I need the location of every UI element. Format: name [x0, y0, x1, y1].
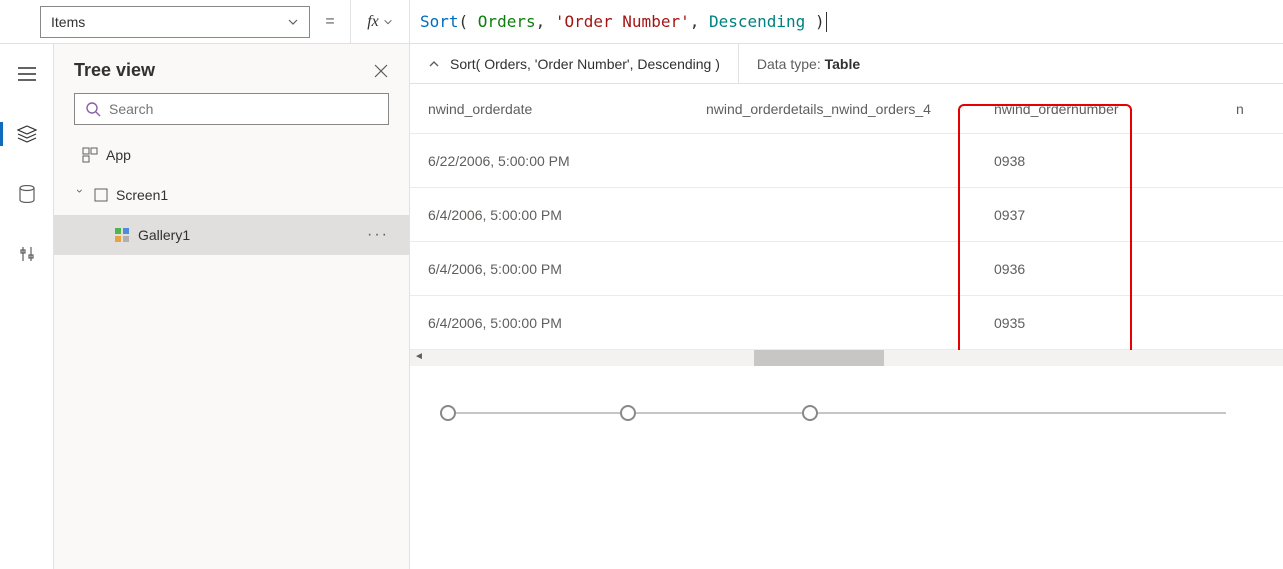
- result-table: nwind_orderdate nwind_orderdetails_nwind…: [410, 84, 1283, 350]
- formula-token-id: Orders: [478, 12, 536, 31]
- table-row[interactable]: 6/4/2006, 5:00:00 PM 0935: [410, 296, 1283, 350]
- table-row[interactable]: 6/4/2006, 5:00:00 PM 0936: [410, 242, 1283, 296]
- left-rail: [0, 44, 54, 569]
- tree-item-gallery[interactable]: Gallery1 ···: [54, 215, 409, 255]
- tree-item-screen[interactable]: › Screen1: [54, 175, 409, 215]
- datatype-value: Table: [825, 56, 861, 72]
- equals-label: =: [310, 13, 350, 31]
- selection-handle[interactable]: [620, 405, 636, 421]
- datatype-label: Data type:: [757, 56, 825, 72]
- tree-label-gallery: Gallery1: [138, 227, 190, 243]
- chevron-down-icon: [383, 17, 393, 27]
- formula-editor[interactable]: Sort ( Orders , 'Order Number' , Descend…: [410, 12, 1283, 32]
- app-icon: [82, 147, 98, 163]
- tree-panel: Tree view App › Screen1 Gallery1: [54, 44, 410, 569]
- fx-label: fx: [367, 13, 379, 31]
- table-row[interactable]: 6/22/2006, 5:00:00 PM 0938: [410, 134, 1283, 188]
- text-cursor: [826, 12, 827, 32]
- chevron-down-icon: ›: [73, 189, 87, 201]
- col-header-orderdate[interactable]: nwind_orderdate: [428, 101, 706, 117]
- selection-line: [448, 412, 1226, 414]
- screen-icon: [94, 188, 108, 202]
- search-icon: [85, 101, 101, 117]
- scrollbar-thumb[interactable]: [754, 350, 884, 366]
- result-bar: Sort( Orders, 'Order Number', Descending…: [410, 44, 1283, 84]
- col-header-orderdetails[interactable]: nwind_orderdetails_nwind_orders_4: [706, 101, 976, 117]
- tree-title: Tree view: [74, 60, 155, 81]
- formula-bar: Items = fx Sort ( Orders , 'Order Number…: [0, 0, 1283, 44]
- scroll-left-icon[interactable]: ◄: [414, 351, 424, 362]
- database-icon: [19, 185, 35, 203]
- hamburger-button[interactable]: [7, 58, 47, 90]
- horizontal-scrollbar[interactable]: ◄: [410, 350, 1283, 366]
- gallery-control[interactable]: [428, 384, 1246, 504]
- tree-label-app: App: [106, 147, 131, 163]
- chevron-up-icon[interactable]: [428, 58, 440, 70]
- tree-view-button[interactable]: [7, 118, 47, 150]
- tree-label-screen: Screen1: [116, 187, 168, 203]
- tree-search[interactable]: [74, 93, 389, 125]
- fx-button[interactable]: fx: [350, 0, 410, 44]
- tools-button[interactable]: [7, 238, 47, 270]
- tools-icon: [18, 245, 36, 263]
- canvas-area: Sort( Orders, 'Order Number', Descending…: [410, 44, 1283, 569]
- gallery-icon: [114, 227, 130, 243]
- col-header-ordernumber[interactable]: nwind_ordernumber: [976, 101, 1236, 117]
- table-row[interactable]: 6/4/2006, 5:00:00 PM 0937: [410, 188, 1283, 242]
- close-icon[interactable]: [373, 63, 389, 79]
- property-selected: Items: [51, 14, 85, 30]
- chevron-down-icon: [287, 16, 299, 28]
- formula-token-kw: Descending: [709, 12, 805, 31]
- more-button[interactable]: ···: [367, 226, 389, 244]
- property-dropdown[interactable]: Items: [40, 6, 310, 38]
- col-header-next[interactable]: n: [1236, 101, 1266, 117]
- layers-icon: [17, 125, 37, 143]
- data-button[interactable]: [7, 178, 47, 210]
- result-expression: Sort( Orders, 'Order Number', Descending…: [450, 56, 720, 72]
- search-input[interactable]: [109, 101, 378, 117]
- selection-handle[interactable]: [440, 405, 456, 421]
- selection-handle[interactable]: [802, 405, 818, 421]
- tree-item-app[interactable]: App: [54, 135, 409, 175]
- formula-token-fn: Sort: [420, 12, 459, 31]
- formula-token-str: 'Order Number': [555, 12, 690, 31]
- hamburger-icon: [18, 67, 36, 81]
